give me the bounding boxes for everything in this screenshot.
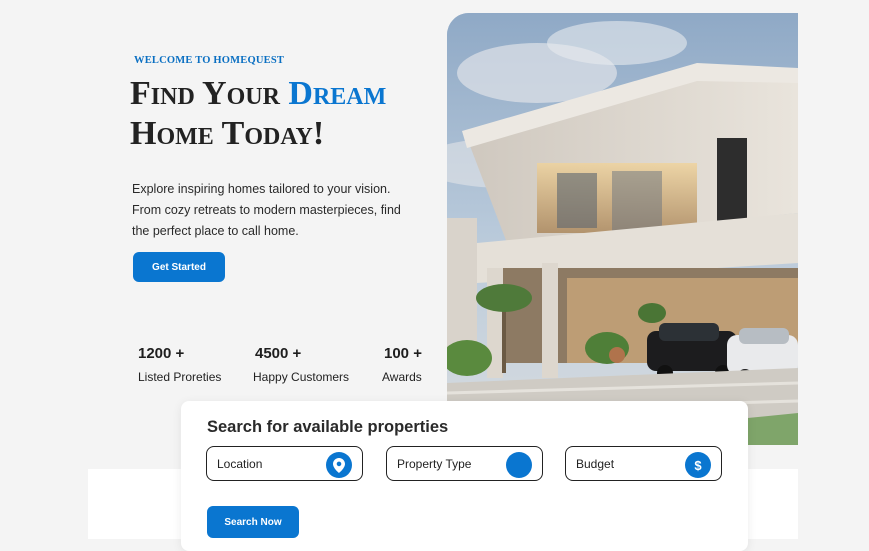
get-started-button[interactable]: Get Started (133, 252, 225, 282)
search-now-button[interactable]: Search Now (207, 506, 299, 538)
location-field[interactable]: Location (206, 446, 363, 481)
headline-part-1: Find Your (130, 75, 289, 112)
budget-field[interactable]: Budget $ (565, 446, 722, 481)
blank-circle-icon (506, 452, 532, 478)
stat-awards: 100 + Awards (382, 345, 422, 384)
hero-headline: Find Your Dream Home Today! (130, 74, 386, 154)
search-card: Search for available properties Location… (181, 401, 748, 551)
stat-listed: 1200 + Listed Proreties (138, 345, 221, 384)
map-pin-icon (326, 452, 352, 478)
headline-part-2: Home Today (130, 115, 313, 152)
modern-house-image (447, 13, 798, 445)
stat-value: 100 + (384, 345, 422, 362)
stat-value: 1200 + (138, 345, 185, 362)
property-type-field[interactable]: Property Type (386, 446, 543, 481)
stat-value: 4500 + (255, 345, 302, 362)
headline-accent: Dream (288, 75, 387, 112)
property-type-label: Property Type (397, 457, 472, 471)
location-label: Location (217, 457, 263, 471)
stat-label: Listed Proreties (138, 370, 222, 384)
hero-intro: Explore inspiring homes tailored to your… (132, 182, 401, 238)
budget-label: Budget (576, 457, 615, 471)
stat-label: Awards (382, 370, 422, 384)
search-title: Search for available properties (207, 418, 449, 436)
stat-label: Happy Customers (253, 370, 350, 384)
dollar-icon: $ (685, 452, 711, 478)
stat-customers: 4500 + Happy Customers (253, 345, 349, 384)
headline-end: ! (312, 115, 325, 152)
welcome-kicker: Welcome to HomeQuest (134, 55, 285, 66)
